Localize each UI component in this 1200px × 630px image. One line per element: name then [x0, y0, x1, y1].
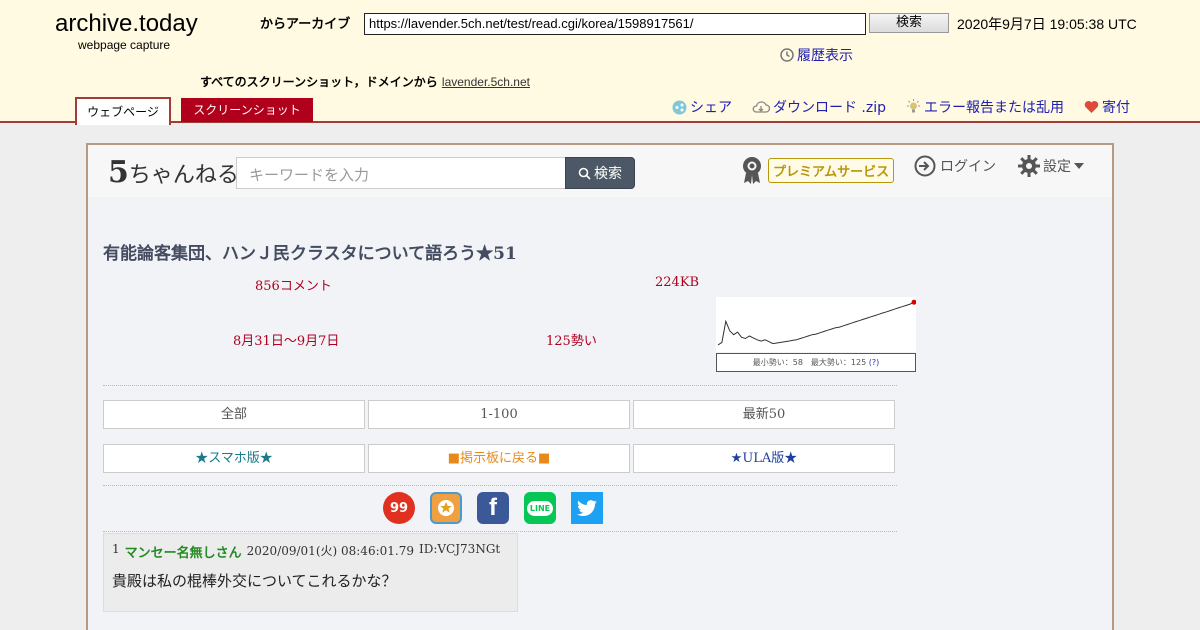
sparkline-series [717, 301, 915, 346]
premium-label: プレミアムサービス [768, 157, 895, 183]
settings-label: 設定 [1043, 159, 1071, 175]
donate-action[interactable]: 寄付 [1084, 97, 1130, 117]
post-header: 1 マンセー名無しさん 2020/09/01(火) 08:46:01.79 ID… [112, 542, 500, 561]
url-input[interactable]: https://lavender.5ch.net/test/read.cgi/k… [364, 13, 866, 35]
site-logo[interactable]: 5ちゃんねる [108, 155, 239, 190]
site-search-input[interactable]: キーワードを入力 [236, 157, 566, 189]
site-search-button[interactable]: 検索 [565, 157, 635, 189]
gear-icon [1018, 155, 1040, 177]
sparkline-legend-text: 最小勢い：58 最大勢い：125 [752, 358, 867, 367]
login-button[interactable]: ログイン [914, 155, 996, 177]
history-link[interactable]: 履歴表示 [780, 45, 853, 65]
smartphone-version-button[interactable]: ★スマホ版★ [103, 444, 365, 473]
heart-icon [1084, 101, 1099, 113]
thread-title: 有能論客集団、ハンＪ民クラスタについて語ろう★51 [103, 244, 517, 264]
sparkline-legend: 最小勢い：58 最大勢い：125 (?) [716, 353, 916, 372]
captured-page: 5ちゃんねる キーワードを入力 検索 プレミアムサービス ログイン 設定 有能論… [86, 143, 1114, 630]
thread-date-range: 8月31日〜9月7日 [233, 334, 340, 349]
post-body: 貴殿は私の棍棒外交についてこれるかな？ [112, 572, 397, 590]
facebook-icon-label: f [489, 494, 497, 521]
site-logo-text: ちゃんねる [128, 163, 239, 188]
99-icon-label: 99 [389, 500, 409, 516]
bookmark-icon[interactable] [430, 492, 462, 524]
login-icon [914, 155, 936, 177]
speed-sparkline [716, 297, 916, 352]
thread-size: 224KB [655, 275, 700, 290]
share-action[interactable]: シェア [672, 97, 732, 117]
archive-subtitle: webpage capture [78, 38, 171, 52]
report-label: エラー報告または乱用 [924, 100, 1064, 116]
lightbulb-icon [907, 99, 920, 113]
all-screenshots-text: すべてのスクリーンショット，ドメインから [200, 75, 438, 89]
back-to-board-button[interactable]: ■掲示板に戻る■ [368, 444, 630, 473]
site-header: 5ちゃんねる キーワードを入力 検索 プレミアムサービス ログイン 設定 [88, 145, 1112, 197]
sparkline-endpoint [911, 299, 916, 305]
divider [103, 531, 897, 532]
star-icon [438, 500, 454, 516]
nav-range-button[interactable]: 1-100 [368, 400, 630, 429]
report-action[interactable]: エラー報告または乱用 [906, 97, 1064, 117]
sparkline-help-link[interactable]: (?) [869, 358, 880, 367]
download-label: ダウンロード .zip [772, 100, 886, 116]
archive-logo[interactable]: archive.today [55, 10, 198, 38]
tab-webpage[interactable]: ウェブページ [75, 97, 171, 125]
divider [103, 385, 897, 386]
site-logo-number: 5 [108, 155, 129, 190]
download-action[interactable]: ダウンロード .zip [752, 97, 886, 117]
twitter-bird-icon [577, 500, 597, 516]
comment-count: 856コメント [255, 279, 332, 294]
thread-speed: 125勢い [546, 334, 597, 349]
twitter-icon[interactable] [571, 492, 603, 524]
divider [103, 485, 897, 486]
nav-all-button[interactable]: 全部 [103, 400, 365, 429]
cloud-download-icon [752, 101, 770, 113]
site-search-label: 検索 [594, 166, 622, 182]
caret-down-icon [1074, 163, 1084, 169]
capture-date: 2020年9月7日 19:05:38 UTC [957, 16, 1137, 32]
domain-link[interactable]: lavender.5ch.net [442, 75, 530, 89]
ula-version-button[interactable]: ★ULA版★ [633, 444, 895, 473]
line-icon-label: LINE [526, 500, 554, 516]
share-icon [672, 100, 687, 114]
tab-screenshot[interactable]: スクリーンショット [181, 98, 313, 122]
post-number[interactable]: 1 [112, 542, 120, 561]
archive-search-button[interactable]: 検索 [869, 13, 949, 33]
premium-service[interactable]: プレミアムサービス [740, 155, 895, 185]
facebook-icon[interactable]: f [477, 492, 509, 524]
all-screenshots-label: すべてのスクリーンショット，ドメインから lavender.5ch.net [200, 73, 530, 90]
nav-latest-button[interactable]: 最新50 [633, 400, 895, 429]
archive-actions: シェア ダウンロード .zip エラー報告または乱用 寄付 [672, 97, 1130, 117]
line-icon[interactable]: LINE [524, 492, 556, 524]
archive-header: archive.today webpage capture からアーカイブ ht… [0, 0, 1200, 125]
99-icon[interactable]: 99 [383, 492, 415, 524]
history-label: 履歴表示 [797, 48, 853, 64]
clock-icon [780, 48, 794, 62]
post-author: マンセー名無しさん [124, 546, 242, 561]
archive-from-label: からアーカイブ [260, 17, 351, 32]
share-label: シェア [689, 100, 732, 116]
post-date: 2020/09/01(火) 08:46:01.79 [246, 544, 414, 558]
donate-label: 寄付 [1102, 100, 1130, 116]
post-item: 1 マンセー名無しさん 2020/09/01(火) 08:46:01.79 ID… [103, 533, 518, 612]
share-row: 99 f LINE [383, 492, 603, 524]
settings-button[interactable]: 設定 [1018, 155, 1084, 177]
award-gear-icon [743, 157, 761, 184]
post-id[interactable]: ID:VCJ73NGt [419, 542, 500, 561]
thread-area: 有能論客集団、ハンＪ民クラスタについて語ろう★51 856コメント 224KB … [88, 197, 1112, 630]
login-label: ログイン [940, 159, 996, 175]
search-icon [578, 167, 591, 180]
